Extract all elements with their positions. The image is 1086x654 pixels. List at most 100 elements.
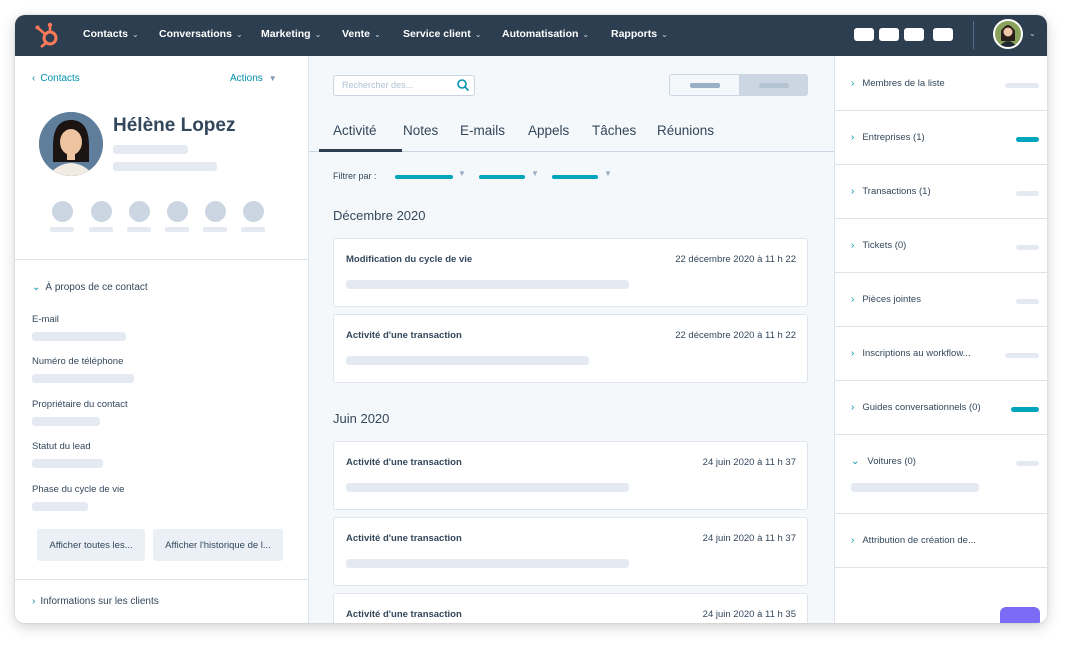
quick-action-button[interactable] [243, 201, 264, 222]
quick-action-button[interactable] [91, 201, 112, 222]
chevron-right-icon: › [32, 596, 36, 607]
sidebar-item-chat-guides[interactable]: › Guides conversationnels (0) [835, 381, 1047, 435]
tab-meetings[interactable]: Réunions [657, 123, 714, 138]
user-avatar[interactable] [993, 19, 1023, 49]
contact-sidebar: ‹ Contacts Actions ▼ Hélène Lopez ⌄ À propo [15, 56, 309, 623]
caret-down-icon[interactable]: ▼ [531, 169, 539, 178]
field-value-lead-status[interactable] [32, 459, 103, 468]
chevron-down-icon: ⌄ [851, 456, 860, 467]
field-value-email[interactable] [32, 332, 126, 341]
activity-card[interactable]: Activité d'une transaction 24 juin 2020 … [333, 593, 808, 623]
chevron-down-icon: ⌄ [474, 30, 482, 39]
back-to-contacts-link[interactable]: ‹ Contacts [32, 73, 80, 84]
field-label-lifecycle: Phase du cycle de vie [32, 484, 125, 495]
tab-notes[interactable]: Notes [403, 123, 438, 138]
nav-automatisation[interactable]: Automatisation ⌄ [502, 28, 589, 40]
placeholder-line [346, 280, 629, 289]
nav-contacts[interactable]: Contacts ⌄ [83, 28, 139, 40]
activity-card[interactable]: Activité d'une transaction 24 juin 2020 … [333, 517, 808, 586]
sidebar-item-companies[interactable]: › Entreprises (1) [835, 111, 1047, 165]
sidebar-item-attribution[interactable]: › Attribution de création de... [835, 514, 1047, 568]
contact-name: Hélène Lopez [113, 115, 236, 136]
placeholder-line [1005, 83, 1039, 88]
section-divider [15, 579, 309, 580]
placeholder-line [113, 145, 188, 154]
activity-title: Modification du cycle de vie [346, 254, 473, 265]
activity-card[interactable]: Activité d'une transaction 22 décembre 2… [333, 314, 808, 383]
field-value-lifecycle[interactable] [32, 502, 88, 511]
placeholder-line [203, 227, 227, 232]
nav-utility-button[interactable] [904, 28, 924, 41]
nav-utility-button[interactable] [879, 28, 899, 41]
timeline-month-heading: Décembre 2020 [333, 208, 426, 223]
sidebar-item-attachments[interactable]: › Pièces jointes [835, 273, 1047, 327]
field-value-phone[interactable] [32, 374, 134, 383]
about-section-toggle[interactable]: ⌄ À propos de ce contact [32, 282, 148, 293]
filter-dropdown[interactable] [395, 175, 453, 179]
placeholder-line [759, 83, 789, 88]
tab-calls[interactable]: Appels [528, 123, 569, 138]
field-value-owner[interactable] [32, 417, 100, 426]
placeholder-line [89, 227, 113, 232]
sidebar-item-workflows[interactable]: › Inscriptions au workflow... [835, 327, 1047, 381]
view-toggle-option[interactable] [670, 75, 739, 95]
quick-action-button[interactable] [167, 201, 188, 222]
activity-title: Activité d'une transaction [346, 609, 462, 620]
chevron-down-icon: ⌄ [661, 30, 668, 39]
quick-action-button[interactable] [129, 201, 150, 222]
section-divider [15, 259, 309, 260]
sidebar-item-tickets[interactable]: › Tickets (0) [835, 219, 1047, 273]
nav-marketing[interactable]: Marketing ⌄ [261, 28, 321, 40]
sidebar-item-cars[interactable]: ⌄ Voitures (0) [835, 435, 1047, 514]
tab-activity[interactable]: Activité [333, 123, 377, 138]
view-toggle-option[interactable] [739, 75, 807, 95]
chevron-right-icon: › [851, 348, 855, 359]
field-label-lead-status: Statut du lead [32, 441, 91, 452]
nav-utility-button[interactable] [854, 28, 874, 41]
nav-service-client[interactable]: Service client ⌄ [403, 28, 481, 40]
sidebar-item-deals[interactable]: › Transactions (1) [835, 165, 1047, 219]
placeholder-line [1005, 353, 1039, 358]
chevron-down-icon: ⌄ [32, 282, 41, 293]
tab-emails[interactable]: E-mails [460, 123, 505, 138]
activity-date: 24 juin 2020 à 11 h 35 [702, 609, 796, 620]
placeholder-line [127, 227, 151, 232]
filter-dropdown[interactable] [479, 175, 525, 179]
placeholder-line [690, 83, 720, 88]
chevron-right-icon: › [851, 535, 855, 546]
caret-down-icon[interactable]: ▼ [604, 169, 612, 178]
contact-avatar [39, 112, 103, 176]
nav-rapports[interactable]: Rapports ⌄ [611, 28, 668, 40]
caret-down-icon[interactable]: ▼ [458, 169, 466, 178]
activity-card[interactable]: Modification du cycle de vie 22 décembre… [333, 238, 808, 307]
chevron-right-icon: › [851, 240, 855, 251]
placeholder-line [165, 227, 189, 232]
user-avatar-icon [999, 25, 1017, 47]
show-all-properties-button[interactable]: Afficher toutes les... [37, 529, 145, 561]
app-window: Contacts ⌄ Conversations ⌄ Marketing ⌄ Vent… [15, 15, 1047, 623]
chevron-down-icon[interactable]: ⌄ [1029, 29, 1036, 38]
search-icon[interactable] [456, 78, 470, 92]
view-toggle[interactable] [669, 74, 808, 96]
chevron-left-icon: ‹ [32, 73, 36, 84]
help-button[interactable] [1000, 607, 1040, 623]
clients-info-section-toggle[interactable]: › Informations sur les clients [32, 596, 159, 607]
tab-tasks[interactable]: Tâches [592, 123, 636, 138]
nav-utility-button[interactable] [933, 28, 953, 41]
quick-action-button[interactable] [205, 201, 226, 222]
activity-date: 24 juin 2020 à 11 h 37 [702, 457, 796, 468]
actions-dropdown[interactable]: Actions ▼ [230, 73, 277, 84]
quick-action-button[interactable] [52, 201, 73, 222]
show-history-button[interactable]: Afficher l'historique de l... [153, 529, 283, 561]
chevron-right-icon: › [851, 132, 855, 143]
search-input[interactable]: Rechercher des... [333, 75, 475, 96]
hubspot-logo-icon[interactable] [33, 20, 63, 50]
sidebar-item-list-members[interactable]: › Membres de la liste [835, 56, 1047, 111]
nav-vente[interactable]: Vente ⌄ [342, 28, 381, 40]
nav-conversations[interactable]: Conversations ⌄ [159, 28, 243, 40]
top-navigation: Contacts ⌄ Conversations ⌄ Marketing ⌄ Vent… [15, 15, 1047, 56]
activity-title: Activité d'une transaction [346, 457, 462, 468]
filter-dropdown[interactable] [552, 175, 598, 179]
activity-card[interactable]: Activité d'une transaction 24 juin 2020 … [333, 441, 808, 510]
placeholder-line [346, 483, 629, 492]
